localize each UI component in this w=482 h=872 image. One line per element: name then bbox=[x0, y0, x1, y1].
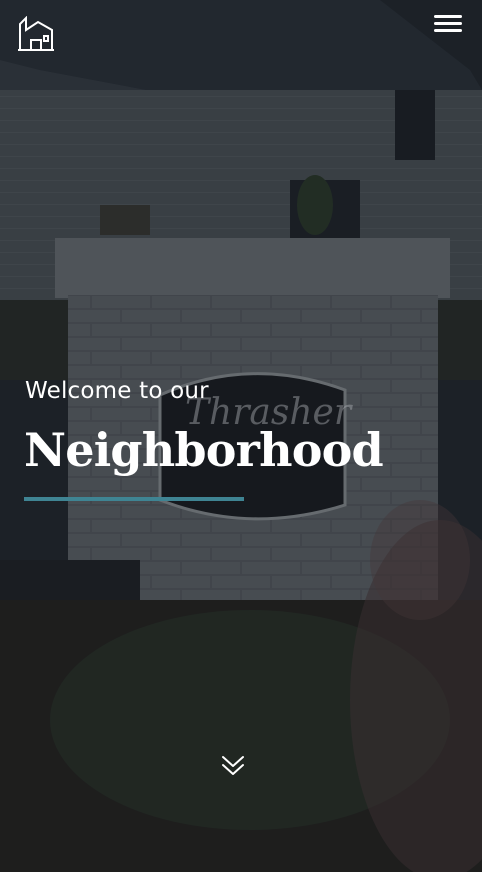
hero-section: Thrasher Welcome to our Neighborhood bbox=[0, 0, 482, 872]
hamburger-menu-icon[interactable] bbox=[432, 11, 466, 35]
headline-accent-line bbox=[24, 497, 244, 501]
hero-kicker: Welcome to our bbox=[25, 378, 209, 404]
double-chevron-down-icon[interactable] bbox=[219, 752, 247, 780]
hero-headline: Neighborhood bbox=[24, 423, 384, 477]
house-logo-icon[interactable] bbox=[18, 15, 54, 52]
